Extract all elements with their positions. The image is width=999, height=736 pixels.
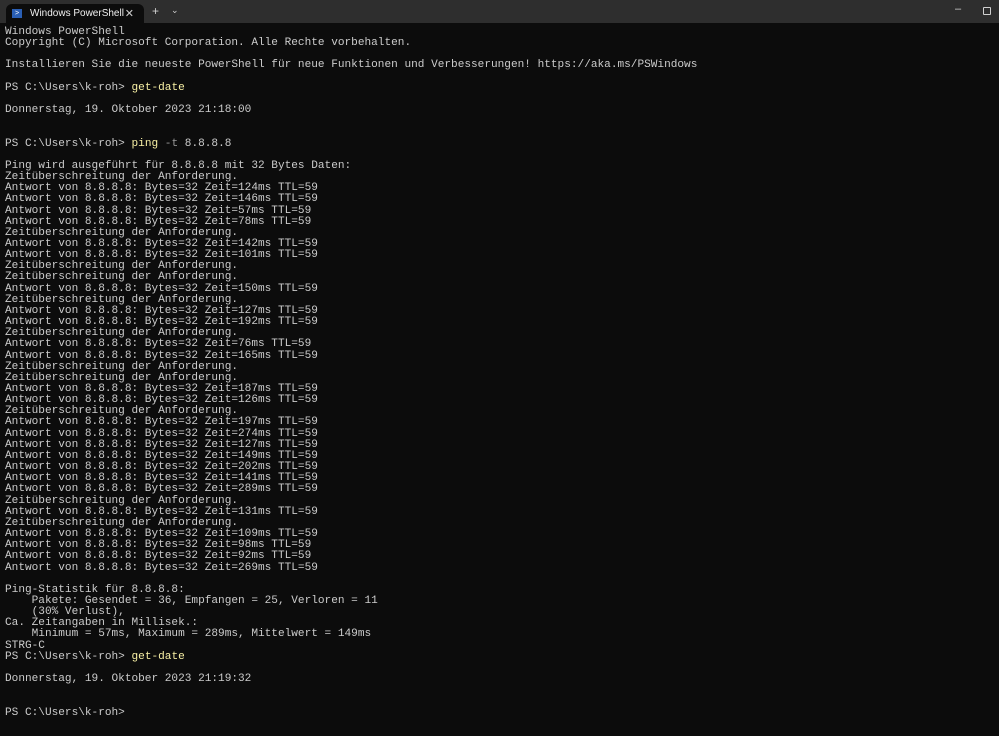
output-text: Copyright (C) Microsoft Corporation. All… [5,37,412,50]
output-text: Installieren Sie die neueste PowerShell … [5,59,698,72]
command-text: ping [131,137,159,150]
output-line: Minimum = 57ms, Maximum = 289ms, Mittelw… [5,629,697,640]
command-text: get-date [131,81,185,94]
tab-windows-powershell[interactable]: > Windows PowerShell ✕ [6,4,144,23]
output-line: Antwort von 8.8.8.8: Bytes=32 Zeit=269ms… [5,561,697,574]
output-text: Antwort von 8.8.8.8: Bytes=32 Zeit=269ms… [5,561,318,574]
prompt-line: PS C:\Users\k-roh> [5,706,697,719]
command-args: 8.8.8.8 [178,137,232,150]
title-bar: > Windows PowerShell ✕ + ⌄ – [0,0,999,23]
prompt-text: PS C:\Users\k-roh> [5,81,132,94]
close-tab-icon[interactable]: ✕ [125,7,134,20]
output-text: Donnerstag, 19. Oktober 2023 21:18:00 [5,104,252,117]
powershell-icon: > [12,9,22,18]
minimize-button[interactable]: – [955,3,961,15]
terminal-output[interactable]: Windows PowerShell Copyright (C) Microsof… [5,26,697,719]
command-flag: -t [158,137,179,150]
output-text: Minimum = 57ms, Maximum = 289ms, Mittelw… [5,628,372,641]
prompt-line: PS C:\Users\k-roh> get-date [5,650,697,663]
output-line: Donnerstag, 19. Oktober 2023 21:19:32 [5,673,697,686]
chevron-down-icon[interactable]: ⌄ [171,5,179,16]
output-line: Copyright (C) Microsoft Corporation. All… [5,38,697,49]
tab-title: Windows PowerShell [30,8,124,19]
maximize-button[interactable] [983,7,991,15]
output-text: Donnerstag, 19. Oktober 2023 21:19:32 [5,673,252,686]
prompt-text: PS C:\Users\k-roh> [5,706,132,719]
prompt-text: PS C:\Users\k-roh> [5,650,132,663]
prompt-text: PS C:\Users\k-roh> [5,137,132,150]
new-tab-button[interactable]: + [152,4,159,18]
prompt-line: PS C:\Users\k-roh> ping -t 8.8.8.8 [5,137,697,150]
prompt-line: PS C:\Users\k-roh> get-date [5,81,697,94]
command-text: get-date [131,650,185,663]
output-line: Donnerstag, 19. Oktober 2023 21:18:00 [5,105,697,116]
output-line: Installieren Sie die neueste PowerShell … [5,60,697,71]
